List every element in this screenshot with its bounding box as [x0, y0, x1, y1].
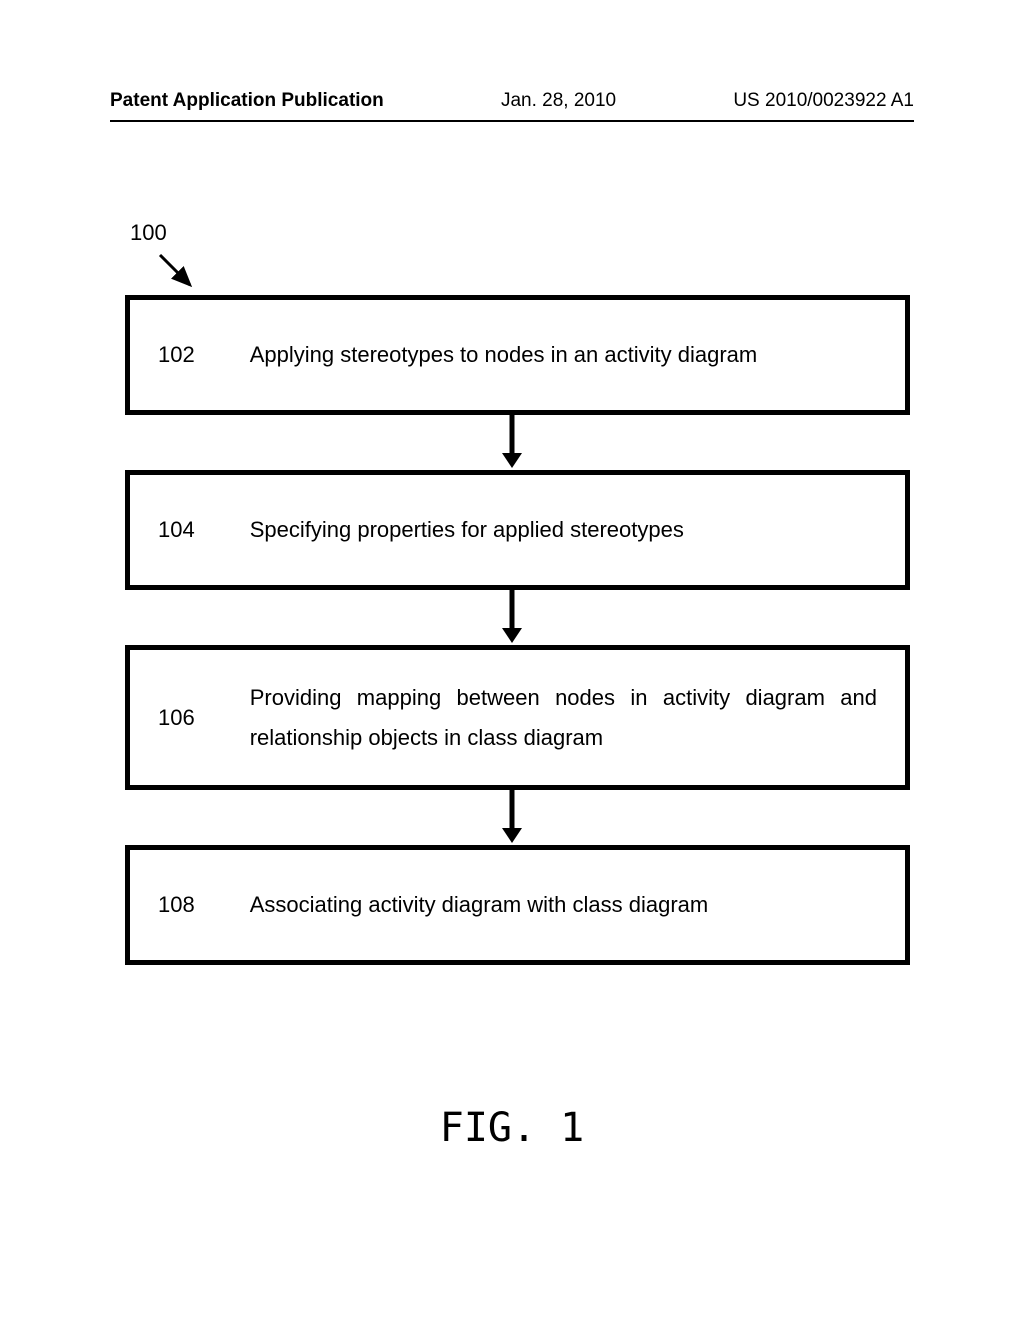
- flow-arrow-icon: [497, 790, 527, 845]
- flow-step-102: 102 Applying stereotypes to nodes in an …: [125, 295, 910, 415]
- header-rule: [110, 120, 914, 122]
- step-text: Associating activity diagram with class …: [250, 885, 877, 925]
- flow-step-104: 104 Specifying properties for applied st…: [125, 470, 910, 590]
- step-number: 106: [158, 705, 195, 731]
- flow-arrow-icon: [497, 415, 527, 470]
- header-date: Jan. 28, 2010: [501, 90, 616, 112]
- flow-step-108: 108 Associating activity diagram with cl…: [125, 845, 910, 965]
- reference-arrow-icon: [155, 250, 205, 300]
- step-text: Applying stereotypes to nodes in an acti…: [250, 335, 877, 375]
- step-number: 102: [158, 342, 195, 368]
- reference-label-100: 100: [130, 220, 167, 246]
- flow-step-106: 106 Providing mapping between nodes in a…: [125, 645, 910, 790]
- flow-arrow-icon: [497, 590, 527, 645]
- header-left: Patent Application Publication: [110, 90, 384, 112]
- header-pubnum: US 2010/0023922 A1: [733, 90, 914, 112]
- step-text: Specifying properties for applied stereo…: [250, 510, 877, 550]
- page-header: Patent Application Publication Jan. 28, …: [0, 90, 1024, 112]
- step-number: 108: [158, 892, 195, 918]
- step-number: 104: [158, 517, 195, 543]
- figure-caption: FIG. 1: [0, 1105, 1024, 1151]
- step-text: Providing mapping between nodes in activ…: [250, 678, 877, 757]
